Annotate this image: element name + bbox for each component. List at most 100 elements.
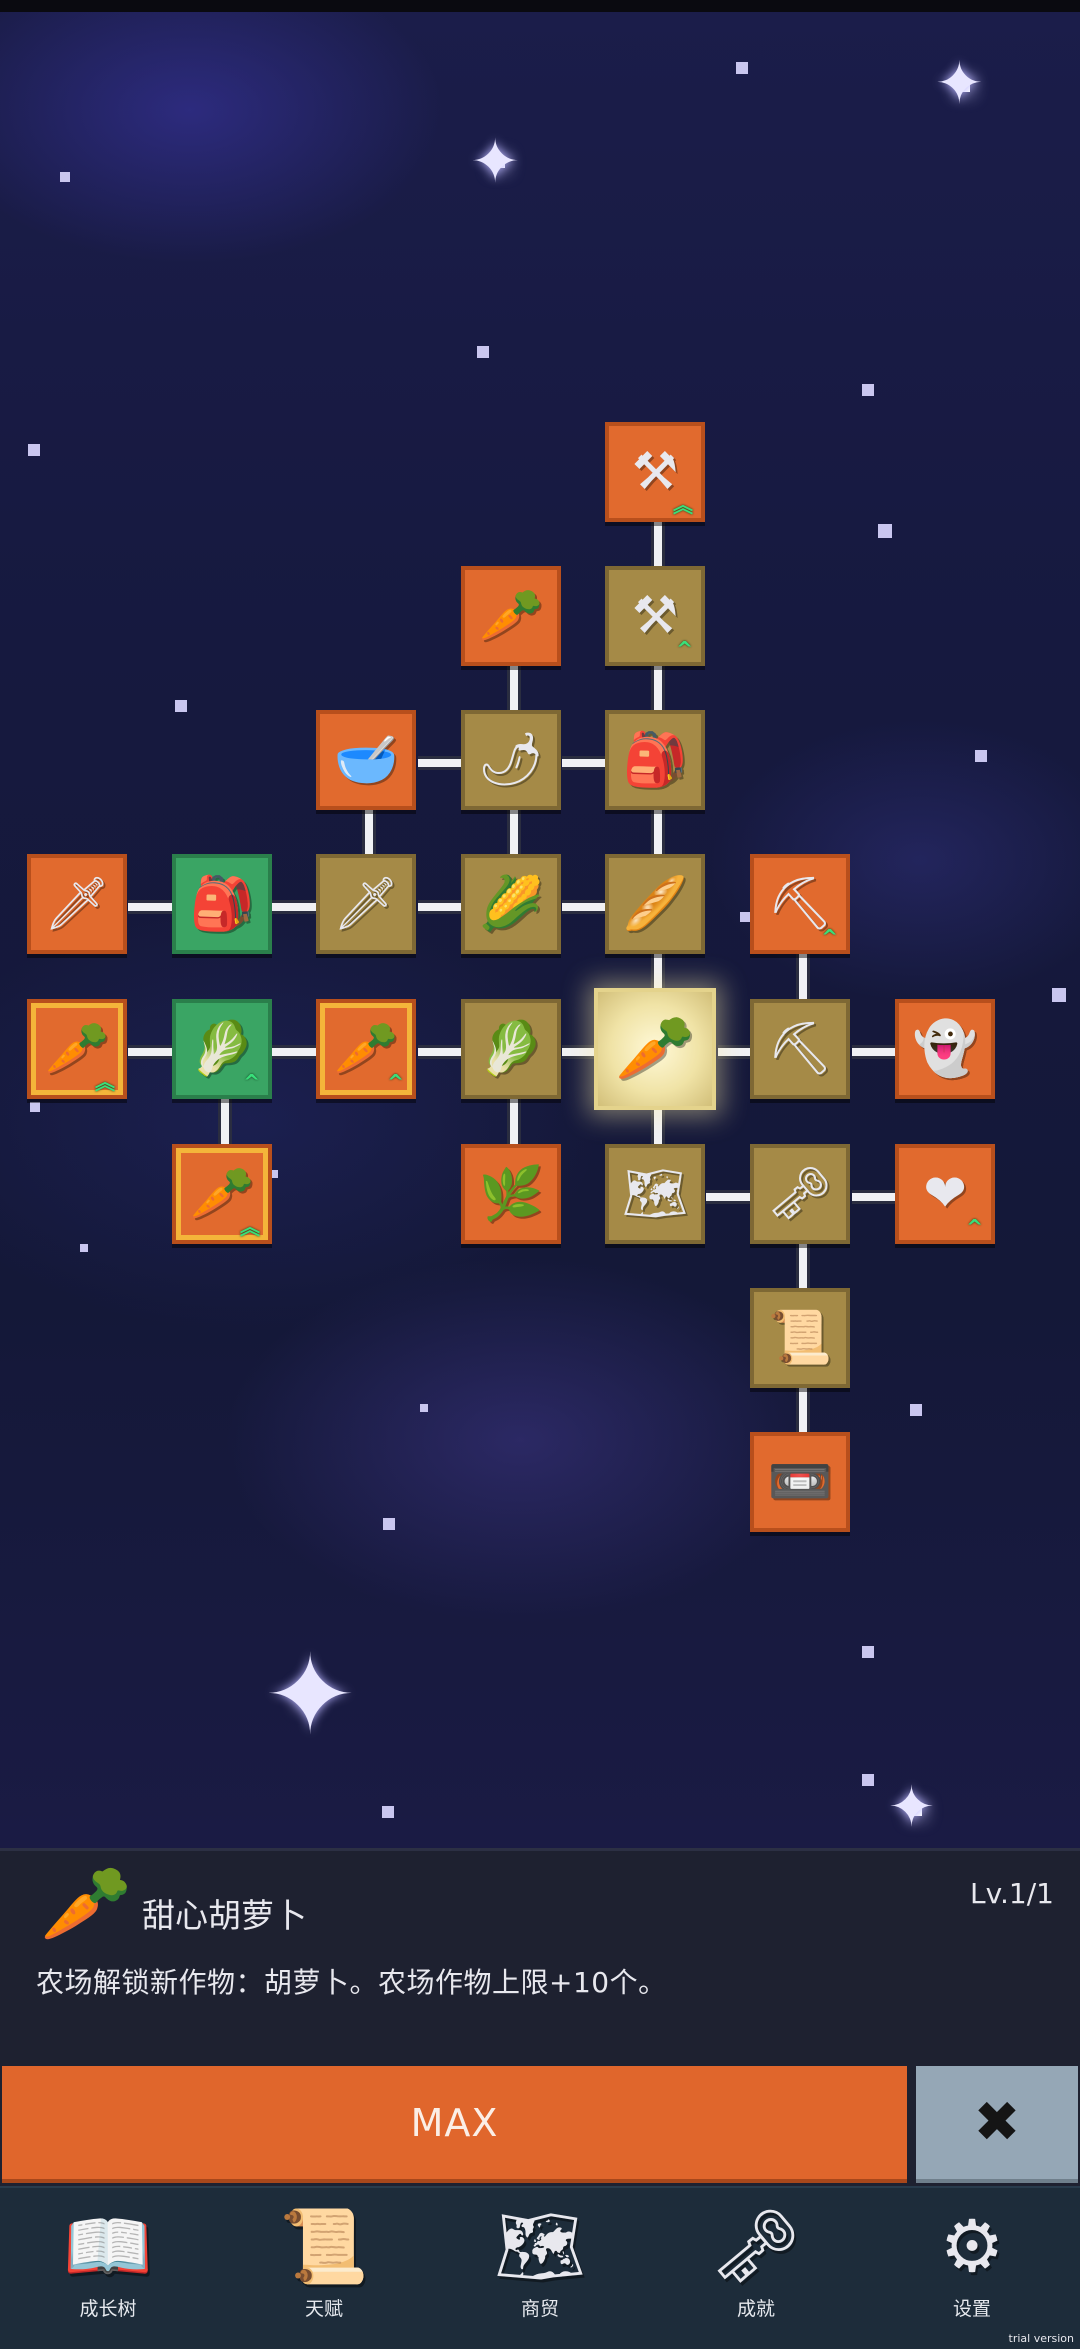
tree-connector bbox=[507, 666, 521, 712]
nav-trade[interactable]: 🗺 商贸 bbox=[432, 2188, 648, 2349]
nav-growth-tree[interactable]: 📖 成长树 bbox=[0, 2188, 216, 2349]
skill-node-carrot-upgrade-1[interactable]: 🥕 ^ bbox=[316, 999, 416, 1099]
sword-icon: 🗡 bbox=[332, 874, 399, 934]
skill-node-shovel-upgrade-2[interactable]: ⚒ ︽ bbox=[605, 422, 705, 522]
upgrade-arrow-icon: ^ bbox=[387, 1070, 404, 1094]
tree-connector bbox=[418, 756, 462, 770]
tree-connector bbox=[651, 666, 665, 712]
bottom-nav: 📖 成长树 📜 天赋 🗺 商贸 🗝 成就 ⚙ 设置 trial version bbox=[0, 2186, 1080, 2349]
skill-node-carrot-upgrade-3[interactable]: 🥕 ︽ bbox=[172, 1144, 272, 1244]
ghost-icon: 👻 bbox=[912, 1019, 978, 1079]
tree-connector bbox=[796, 954, 810, 1000]
radish-icon: 🥕 bbox=[478, 586, 544, 646]
skill-node-cabbage[interactable]: 🥬 bbox=[461, 999, 561, 1099]
upgrade-arrow-icon: ︽ bbox=[673, 493, 693, 517]
skill-node-sweet-carrot[interactable]: 🥕 bbox=[594, 988, 716, 1110]
tree-connector bbox=[362, 810, 376, 856]
skill-node-sword[interactable]: 🗡 bbox=[316, 854, 416, 954]
upgrade-arrow-icon: ^ bbox=[821, 925, 838, 949]
skill-node-heart[interactable]: ❤ ^ bbox=[895, 1144, 995, 1244]
skill-node-pickaxe[interactable]: ⛏ bbox=[750, 999, 850, 1099]
skill-node-stick[interactable]: 🥖 bbox=[605, 854, 705, 954]
carrot-icon: 🥕 bbox=[44, 1019, 110, 1079]
skill-node-carrot-upgrade-2[interactable]: 🥕 ︽ bbox=[27, 999, 127, 1099]
upgrade-arrow-icon: ︽ bbox=[95, 1070, 115, 1094]
tree-connector bbox=[562, 900, 606, 914]
skill-node-bowl[interactable]: 🥣 bbox=[316, 710, 416, 810]
skill-description: 农场解锁新作物：胡萝卜。农场作物上限+10个。 bbox=[36, 1966, 667, 1999]
skill-node-cassette[interactable]: 📼 bbox=[750, 1432, 850, 1532]
carrot-icon: 🥕 bbox=[189, 1164, 255, 1224]
nav-label: 成就 bbox=[736, 2298, 775, 2320]
tree-connector bbox=[507, 1098, 521, 1144]
upgrade-arrow-icon: ^ bbox=[676, 637, 693, 661]
cassette-icon: 📼 bbox=[767, 1452, 833, 1512]
tree-connector bbox=[418, 900, 462, 914]
sack-icon: 🎒 bbox=[622, 730, 688, 790]
close-button[interactable]: ✖ bbox=[916, 2066, 1078, 2183]
nav-label: 设置 bbox=[952, 2298, 991, 2320]
shovel-icon: ⚒ bbox=[631, 586, 679, 646]
tree-connector bbox=[796, 1388, 810, 1434]
skill-node-chili[interactable]: 🌶 bbox=[461, 710, 561, 810]
skill-node-scroll[interactable]: 📜 bbox=[750, 1288, 850, 1388]
sword-icon: 🗡 bbox=[43, 874, 110, 934]
heart-icon: ❤ bbox=[923, 1164, 967, 1224]
skill-node-shovel-upgrade-1[interactable]: ⚒ ^ bbox=[605, 566, 705, 666]
tree-connector bbox=[218, 1098, 232, 1144]
cabbage-icon: 🥬 bbox=[189, 1019, 255, 1079]
skill-info-panel: 🥕 甜心胡萝卜 Lv.1/1 农场解锁新作物：胡萝卜。农场作物上限+10个。 bbox=[0, 1848, 1080, 2069]
tree-connector bbox=[128, 900, 172, 914]
scroll-icon: 📜 bbox=[767, 1308, 833, 1368]
skill-node-pickaxe-upgrade[interactable]: ⛏ ^ bbox=[750, 854, 850, 954]
skill-node-key[interactable]: 🗝 bbox=[750, 1144, 850, 1244]
skill-node-sword-upgrade[interactable]: 🗡 bbox=[27, 854, 127, 954]
nav-settings[interactable]: ⚙ 设置 bbox=[864, 2188, 1080, 2349]
upgrade-arrow-icon: ^ bbox=[966, 1215, 983, 1239]
tree-connector bbox=[852, 1045, 896, 1059]
nav-label: 天赋 bbox=[304, 2298, 343, 2320]
nav-achievements[interactable]: 🗝 成就 bbox=[648, 2188, 864, 2349]
carrot-icon: 🥕 bbox=[333, 1019, 399, 1079]
bowl-icon: 🥣 bbox=[333, 730, 399, 790]
tree-connector bbox=[418, 1045, 462, 1059]
action-bar: MAX ✖ bbox=[0, 2066, 1080, 2186]
skill-node-map[interactable]: 🗺 bbox=[605, 1144, 705, 1244]
scroll-icon: 📜 bbox=[279, 2204, 369, 2288]
pickaxe-icon: ⛏ bbox=[766, 874, 833, 934]
tree-connector bbox=[651, 522, 665, 568]
close-icon: ✖ bbox=[973, 2089, 1021, 2155]
key-icon: 🗝 bbox=[710, 2204, 802, 2288]
root-icon: 🌿 bbox=[478, 1164, 544, 1224]
tree-connector bbox=[852, 1190, 896, 1204]
tree-connector bbox=[651, 1108, 665, 1144]
upgrade-arrow-icon: ^ bbox=[243, 1070, 260, 1094]
map-icon: 🗺 bbox=[621, 1164, 688, 1224]
tree-connector bbox=[651, 810, 665, 856]
shovel-icon: ⚒ bbox=[631, 442, 679, 502]
skill-node-backpack[interactable]: 🎒 bbox=[172, 854, 272, 954]
cabbage-icon: 🥬 bbox=[478, 1019, 544, 1079]
key-icon: 🗝 bbox=[766, 1164, 833, 1224]
skill-title: 甜心胡萝卜 bbox=[142, 1896, 307, 1935]
skill-node-radish[interactable]: 🥕 bbox=[461, 566, 561, 666]
max-button[interactable]: MAX bbox=[2, 2066, 907, 2183]
nav-label: 商贸 bbox=[520, 2298, 559, 2320]
skill-node-sack[interactable]: 🎒 bbox=[605, 710, 705, 810]
gear-icon: ⚙ bbox=[939, 2204, 1005, 2288]
carrot-icon: 🥕 bbox=[40, 1861, 133, 1947]
upgrade-arrow-icon: ︽ bbox=[240, 1215, 260, 1239]
nav-talent[interactable]: 📜 天赋 bbox=[216, 2188, 432, 2349]
skill-node-cabbage-upgrade[interactable]: 🥬 ^ bbox=[172, 999, 272, 1099]
skill-level: Lv.1/1 bbox=[970, 1877, 1054, 1910]
trial-version-label: trial version bbox=[1008, 2332, 1074, 2345]
skill-node-corn[interactable]: 🌽 bbox=[461, 854, 561, 954]
pickaxe-icon: ⛏ bbox=[766, 1019, 833, 1079]
tree-connector bbox=[562, 1045, 596, 1059]
tree-connector bbox=[718, 1045, 752, 1059]
tree-connector bbox=[128, 1045, 172, 1059]
skill-node-ghost[interactable]: 👻 bbox=[895, 999, 995, 1099]
skill-node-root[interactable]: 🌿 bbox=[461, 1144, 561, 1244]
skill-tree: ⚒ ︽ 🥕 ⚒ ^ 🥣 🌶 🎒 🗡 🎒 🗡 🌽 🥖 ⛏ ^ 🥕 ︽ 🥬 ^ 🥕 ^ 🥬 🥕 … bbox=[0, 0, 1080, 1848]
map-icon: 🗺 bbox=[494, 2204, 586, 2288]
